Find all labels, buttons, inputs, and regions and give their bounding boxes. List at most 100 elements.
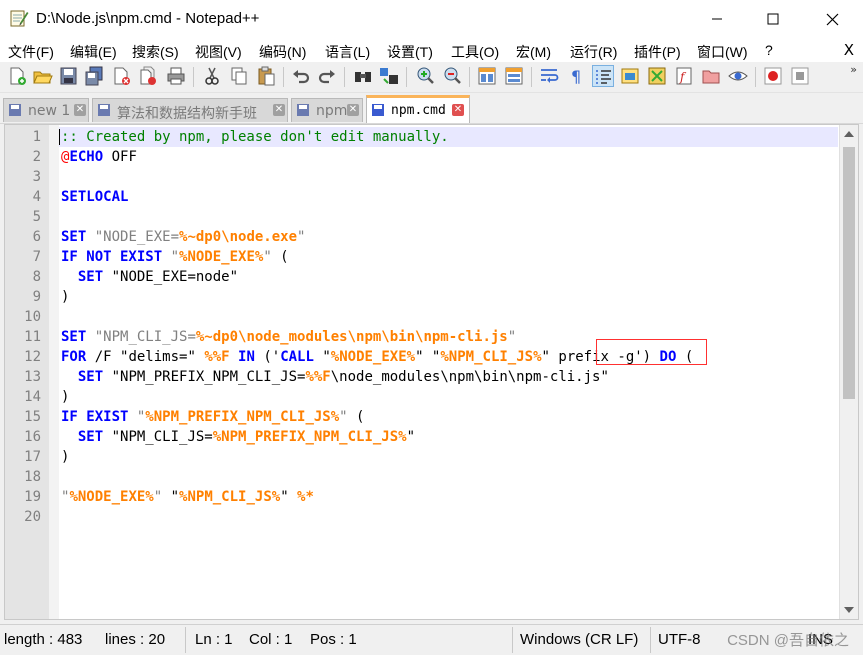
new-file-button[interactable] (6, 65, 28, 87)
code-token-str: "NPM_CLI_JS= (86, 329, 196, 345)
menu-settings[interactable]: 设置(T) (387, 42, 433, 62)
svg-text:¶: ¶ (571, 67, 581, 86)
code-line[interactable] (59, 167, 838, 187)
paste-button[interactable] (255, 65, 277, 87)
code-line[interactable]: SET "NODE_EXE=node" (59, 267, 838, 287)
maximize-button[interactable] (744, 0, 802, 38)
replace-button[interactable] (378, 65, 400, 87)
close-file-button[interactable] (110, 65, 132, 87)
menu-window[interactable]: 窗口(W) (697, 42, 748, 62)
menu-help[interactable]: ? (765, 42, 773, 58)
code-line[interactable]: @ECHO OFF (59, 147, 838, 167)
tab-npm[interactable]: npm ✕ (291, 98, 363, 122)
minimize-button[interactable] (688, 0, 746, 38)
code-line[interactable]: SET "NODE_EXE=%~dp0\node.exe" (59, 227, 838, 247)
close-all-icon (140, 66, 156, 85)
monitoring-button[interactable] (727, 65, 749, 87)
code-token-str: " (162, 249, 180, 265)
code-line[interactable]: ) (59, 447, 838, 467)
menu-edit[interactable]: 编辑(E) (70, 42, 117, 62)
code-token-pl: /F "delims=" (86, 349, 205, 365)
code-line-text: IF EXIST "%NPM_PREFIX_NPM_CLI_JS%" ( (61, 407, 364, 427)
menu-search[interactable]: 搜索(S) (132, 42, 179, 62)
code-line[interactable]: SET "NPM_CLI_JS=%~dp0\node_modules\npm\b… (59, 327, 838, 347)
code-token-str: " (153, 489, 163, 505)
code-line[interactable]: ) (59, 287, 838, 307)
word-wrap-button[interactable] (538, 65, 560, 87)
record-macro-button[interactable] (762, 65, 784, 87)
tab-npm-cmd[interactable]: npm.cmd ✕ (366, 95, 470, 123)
scrollbar-thumb[interactable] (843, 147, 855, 399)
scroll-down-arrow[interactable] (844, 607, 854, 613)
code-line[interactable]: :: Created by npm, please don't edit man… (59, 127, 838, 147)
status-eol-format[interactable]: Windows (CR LF) (520, 631, 638, 648)
code-line[interactable]: IF NOT EXIST "%NODE_EXE%" ( (59, 247, 838, 267)
code-line[interactable]: ) (59, 387, 838, 407)
close-document-button[interactable]: X (844, 41, 854, 59)
toolbar-overflow-button[interactable]: » (850, 63, 857, 76)
menu-macro[interactable]: 宏(M) (516, 42, 551, 62)
close-all-button[interactable] (137, 65, 159, 87)
user-defined-language-button[interactable] (619, 65, 641, 87)
code-line[interactable] (59, 307, 838, 327)
tab-close-icon[interactable]: ✕ (74, 104, 86, 116)
code-line[interactable]: IF EXIST "%NPM_PREFIX_NPM_CLI_JS%" ( (59, 407, 838, 427)
menu-run[interactable]: 运行(R) (570, 42, 617, 62)
tab-new-1[interactable]: new 1 ✕ (3, 98, 89, 122)
indent-guide-icon (596, 70, 611, 84)
redo-button[interactable] (316, 65, 338, 87)
code-area[interactable]: :: Created by npm, please don't edit man… (59, 125, 838, 619)
open-file-button[interactable] (31, 65, 53, 87)
menu-encoding[interactable]: 编码(N) (259, 42, 306, 62)
code-line[interactable]: SETLOCAL (59, 187, 838, 207)
close-window-button[interactable] (803, 0, 861, 38)
sync-horizontal-button[interactable] (503, 65, 525, 87)
code-line[interactable]: SET "NPM_CLI_JS=%NPM_PREFIX_NPM_CLI_JS%" (59, 427, 838, 447)
document-map-button[interactable] (646, 65, 668, 87)
line-number: 18 (24, 469, 41, 485)
fold-margin[interactable] (49, 125, 59, 619)
menu-tools[interactable]: 工具(O) (451, 42, 499, 62)
code-token-str: " (128, 409, 146, 425)
editor-pane[interactable]: 1 2 3 4 5 6 7 8 9 10 11 12 13 14 15 16 17 18 19 20 :: Creat… (4, 124, 859, 620)
indent-guide-button[interactable] (592, 65, 614, 87)
menu-view[interactable]: 视图(V) (195, 42, 242, 62)
code-line[interactable] (59, 467, 838, 487)
folder-as-workspace-button[interactable] (700, 65, 722, 87)
copy-button[interactable] (228, 65, 250, 87)
menu-file[interactable]: 文件(F) (8, 42, 54, 62)
status-encoding[interactable]: UTF-8 (658, 631, 701, 648)
code-line[interactable]: SET "NPM_PREFIX_NPM_CLI_JS=%%F\node_modu… (59, 367, 838, 387)
undo-button[interactable] (290, 65, 312, 87)
status-bar: length : 483 lines : 20 Ln : 1 Col : 1 P… (0, 624, 863, 655)
scroll-up-arrow[interactable] (844, 131, 854, 137)
code-token-kw: IF NOT EXIST (61, 249, 163, 265)
save-button[interactable] (57, 65, 79, 87)
zoom-in-button[interactable] (414, 65, 436, 87)
code-token-var: %NPM_CLI_JS% (179, 489, 281, 505)
code-line[interactable] (59, 507, 838, 527)
code-line-text: SET "NPM_PREFIX_NPM_CLI_JS=%%F\node_modu… (61, 367, 609, 387)
code-token-var: %NPM_CLI_JS% (440, 349, 542, 365)
vertical-scrollbar[interactable] (839, 125, 858, 619)
cut-button[interactable] (201, 65, 223, 87)
find-button[interactable] (352, 65, 374, 87)
sync-vertical-button[interactable] (476, 65, 498, 87)
code-line[interactable]: FOR /F "delims=" %%F IN ('CALL "%NODE_EX… (59, 347, 838, 367)
function-list-button[interactable]: f (673, 65, 695, 87)
stop-macro-button[interactable] (789, 65, 811, 87)
tab-algorithms[interactable]: 算法和数据结构新手班 ✕ (92, 98, 288, 122)
code-token-var: %NODE_EXE% (330, 349, 416, 365)
save-all-button[interactable] (83, 65, 105, 87)
print-button[interactable] (165, 65, 187, 87)
show-all-chars-button[interactable]: ¶ (566, 65, 588, 87)
code-line[interactable]: "%NODE_EXE%" "%NPM_CLI_JS%" %* (59, 487, 838, 507)
zoom-out-button[interactable] (441, 65, 463, 87)
tab-close-icon[interactable]: ✕ (452, 104, 464, 116)
tab-close-icon[interactable]: ✕ (273, 104, 285, 116)
code-line[interactable] (59, 207, 838, 227)
menu-language[interactable]: 语言(L) (325, 42, 370, 62)
tab-close-icon[interactable]: ✕ (347, 104, 359, 116)
menu-plugins[interactable]: 插件(P) (634, 42, 681, 62)
